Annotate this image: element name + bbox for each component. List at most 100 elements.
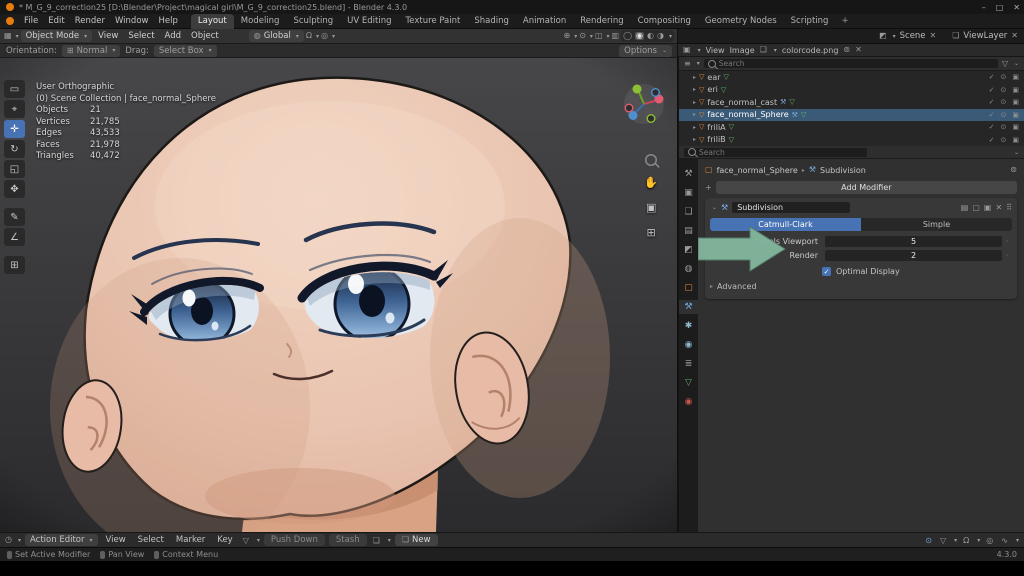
properties-search-input[interactable]: Search xyxy=(684,148,867,157)
shading-material-button[interactable]: ◐ xyxy=(647,32,654,40)
ds-fcurve-icon[interactable]: ∿ xyxy=(999,536,1010,545)
expand-arrow-icon[interactable]: ▸ xyxy=(693,136,696,143)
image-pin-icon[interactable]: ⊚ xyxy=(843,46,850,54)
realtime-display-toggle[interactable]: ▢ xyxy=(972,204,980,212)
simple-button[interactable]: Simple xyxy=(861,218,1012,231)
outliner-item-eri[interactable]: ▸ ▽ eri ▽ ✓⊙▣ xyxy=(679,84,1024,97)
tab-uv-editing[interactable]: UV Editing xyxy=(340,14,398,29)
image-name[interactable]: colorcode.png xyxy=(782,46,839,55)
close-button[interactable]: ✕ xyxy=(1013,3,1020,12)
advanced-section-toggle[interactable]: ▸ Advanced xyxy=(710,282,1012,291)
hide-eye-icon[interactable]: ⊙ xyxy=(1001,136,1007,144)
tab-world[interactable]: ◍ xyxy=(679,262,698,276)
exclude-checkbox-icon[interactable]: ✓ xyxy=(989,123,995,131)
viewport-3d[interactable]: ▭ ⌖ ✛ ↻ ◱ ✥ ✎ ∠ ⊞ User Orthographic (0) … xyxy=(0,58,678,532)
tab-animation[interactable]: Animation xyxy=(516,14,573,29)
tool-annotate[interactable]: ✎ xyxy=(4,208,25,226)
pivot-point-icon[interactable]: ⊕ xyxy=(564,32,571,40)
image-menu-image[interactable]: Image xyxy=(730,46,755,55)
tab-geometry-nodes[interactable]: Geometry Nodes xyxy=(698,14,784,29)
expand-arrow-icon[interactable]: ▸ xyxy=(693,86,696,93)
hide-eye-icon[interactable]: ⊙ xyxy=(1001,98,1007,106)
viewlayer-selector[interactable]: ViewLayer xyxy=(963,31,1007,41)
dopesheet-mode-dropdown[interactable]: Action Editor▾ xyxy=(25,534,98,546)
breadcrumb-modifier[interactable]: Subdivision xyxy=(820,166,866,175)
animate-dot-icon[interactable]: · xyxy=(1002,251,1012,260)
ds-menu-key[interactable]: Key xyxy=(213,535,236,545)
tab-scripting[interactable]: Scripting xyxy=(784,14,836,29)
tab-output[interactable]: ❏ xyxy=(679,205,698,219)
ds-menu-marker[interactable]: Marker xyxy=(172,535,209,545)
tab-view-layer[interactable]: ▤ xyxy=(679,224,698,238)
tab-material[interactable]: ◉ xyxy=(679,395,698,409)
tab-particles[interactable]: ✱ xyxy=(679,319,698,333)
properties-header-caret[interactable]: ⌄ xyxy=(1014,149,1019,156)
push-down-button[interactable]: Push Down xyxy=(264,534,325,546)
tab-texture-paint[interactable]: Texture Paint xyxy=(399,14,468,29)
menu-help[interactable]: Help xyxy=(153,16,182,26)
expand-arrow-icon[interactable]: ▸ xyxy=(693,74,696,81)
scene-unlink-icon[interactable]: ✕ xyxy=(930,32,937,40)
menu-window[interactable]: Window xyxy=(110,16,154,26)
ds-menu-select[interactable]: Select xyxy=(134,535,168,545)
ds-menu-view[interactable]: View xyxy=(102,535,130,545)
tool-rotate[interactable]: ↻ xyxy=(4,140,25,158)
transform-orientation-dropdown[interactable]: ◍ Global▾ xyxy=(249,30,304,42)
menu-add[interactable]: Add xyxy=(161,31,185,41)
pan-hand-icon[interactable]: ✋ xyxy=(644,176,658,189)
collapse-panel-icon[interactable]: ⌄ xyxy=(712,204,717,211)
expand-arrow-icon[interactable]: ▸ xyxy=(693,111,696,118)
maximize-button[interactable]: □ xyxy=(996,3,1004,12)
only-show-selected-icon[interactable]: ⊙ xyxy=(923,536,934,545)
render-levels-field[interactable]: 2 xyxy=(825,250,1002,261)
menu-render[interactable]: Render xyxy=(70,16,110,26)
outliner-item-ear[interactable]: ▸ ▽ ear ▽ ✓⊙▣ xyxy=(679,71,1024,84)
tab-object[interactable]: ▢ xyxy=(679,281,698,295)
tool-measure[interactable]: ∠ xyxy=(4,228,25,246)
modifier-name-field[interactable]: Subdivision xyxy=(732,202,850,213)
new-action-button[interactable]: ❏ New xyxy=(395,534,438,546)
orientation-dropdown[interactable]: ⊞ Normal▾ xyxy=(62,45,120,57)
levels-viewport-field[interactable]: 5 xyxy=(825,236,1002,247)
exclude-checkbox-icon[interactable]: ✓ xyxy=(989,73,995,81)
minimize-button[interactable]: – xyxy=(982,3,986,12)
tab-compositing[interactable]: Compositing xyxy=(631,14,698,29)
options-dropdown[interactable]: Options⌄ xyxy=(619,45,672,57)
snapping-magnet-icon[interactable]: Ω xyxy=(306,32,312,40)
hide-eye-icon[interactable]: ⊙ xyxy=(1001,123,1007,131)
show-object-types-icon[interactable]: ⊙ xyxy=(579,32,586,40)
tab-constraints[interactable]: ≣ xyxy=(679,357,698,371)
xray-toggle-icon[interactable]: ▥ xyxy=(612,32,620,40)
shading-wireframe-button[interactable]: ◯ xyxy=(623,32,632,40)
hide-eye-icon[interactable]: ⊙ xyxy=(1001,73,1007,81)
editor-type-outliner-icon[interactable]: ≡ xyxy=(684,60,691,68)
viewlayer-remove-icon[interactable]: ✕ xyxy=(1011,32,1018,40)
hide-eye-icon[interactable]: ⊙ xyxy=(1001,111,1007,119)
ds-proportional-icon[interactable]: ◎ xyxy=(984,536,995,545)
tool-cursor[interactable]: ⌖ xyxy=(4,100,25,118)
ds-snapping-magnet-icon[interactable]: Ω xyxy=(961,536,971,545)
shading-rendered-button[interactable]: ◑ xyxy=(657,32,664,40)
mode-dropdown[interactable]: Object Mode▾ xyxy=(21,30,93,42)
expand-arrow-icon[interactable]: ▸ xyxy=(693,99,696,106)
tab-rendering[interactable]: Rendering xyxy=(573,14,630,29)
disable-render-icon[interactable]: ▣ xyxy=(1012,73,1019,81)
camera-view-icon[interactable]: ▣ xyxy=(646,201,656,214)
editor-type-dopesheet-icon[interactable]: ◷ xyxy=(5,536,12,544)
tab-tool[interactable]: ⚒ xyxy=(679,167,698,181)
outliner-filter-icon[interactable]: ▽ xyxy=(1002,60,1008,68)
outliner-item-friliB[interactable]: ▸ ▽ friliB ▽ ✓⊙▣ xyxy=(679,134,1024,147)
tool-select-box[interactable]: ▭ xyxy=(4,80,25,98)
area-divider[interactable] xyxy=(677,29,678,532)
tab-modeling[interactable]: Modeling xyxy=(234,14,287,29)
tab-sculpting[interactable]: Sculpting xyxy=(286,14,340,29)
add-workspace-button[interactable]: + xyxy=(835,16,854,26)
menu-select[interactable]: Select xyxy=(124,31,158,41)
tab-modifiers[interactable]: ⚒ xyxy=(679,300,698,314)
drag-handle-icon[interactable]: ⠿ xyxy=(1006,204,1012,212)
blender-menu-icon[interactable] xyxy=(6,17,14,25)
menu-view[interactable]: View xyxy=(94,31,122,41)
disable-render-icon[interactable]: ▣ xyxy=(1012,86,1019,94)
tool-scale[interactable]: ◱ xyxy=(4,160,25,178)
menu-file[interactable]: File xyxy=(19,16,43,26)
